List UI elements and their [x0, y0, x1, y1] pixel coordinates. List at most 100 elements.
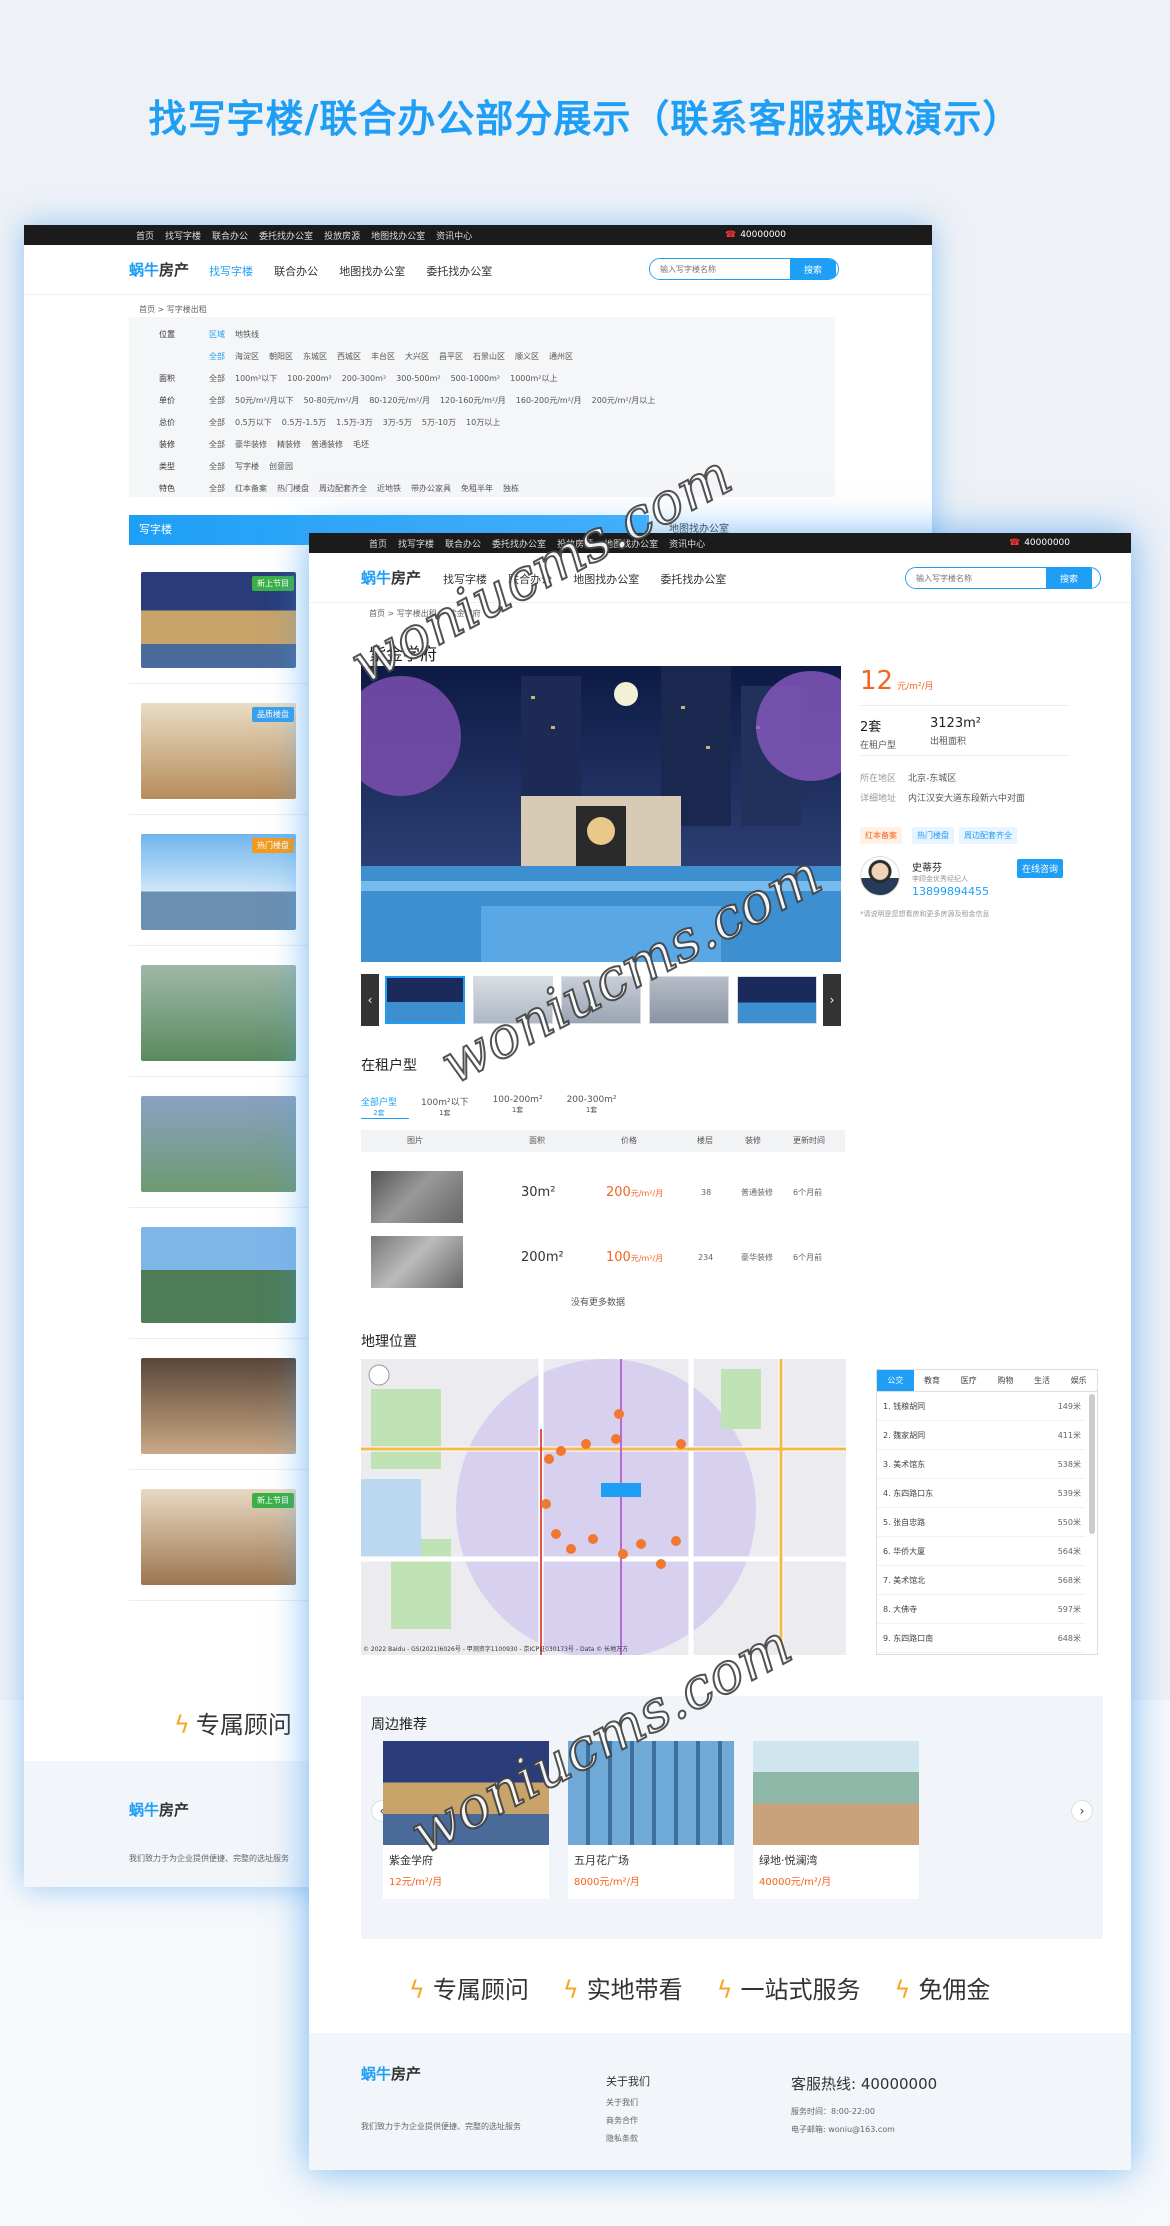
list-item[interactable]: 1. 钱粮胡同 149米 — [877, 1392, 1085, 1421]
list-item[interactable]: 6. 华侨大厦 564米 — [877, 1537, 1085, 1566]
nav-item-entrust[interactable]: 委托找办公室 — [426, 265, 492, 278]
list-item[interactable]: 4. 东四路口东 539米 — [877, 1479, 1085, 1508]
nav-item-entrust[interactable]: 委托找办公室 — [660, 573, 726, 586]
filter-option[interactable]: 全部 — [209, 483, 225, 494]
filter-option[interactable]: 0.5万-1.5万 — [282, 417, 326, 428]
filter-option[interactable]: 10万以上 — [466, 417, 500, 428]
nav-item-map[interactable]: 地图找办公室 — [339, 265, 405, 278]
rental-tab[interactable]: 全部户型 2套 — [361, 1095, 410, 1119]
filter-option[interactable]: 5万-10万 — [422, 417, 456, 428]
filter-option[interactable]: 写字楼 — [235, 461, 259, 472]
filter-option[interactable]: 丰台区 — [371, 351, 395, 362]
list-item[interactable]: 3. 美术馆东 538米 — [877, 1450, 1085, 1479]
chevron-right-icon[interactable]: › — [1071, 1800, 1093, 1822]
search-input[interactable] — [650, 259, 790, 279]
topbar-link[interactable]: 联合办公 — [212, 229, 248, 242]
rental-tab[interactable]: 100m²以下 1套 — [421, 1095, 481, 1119]
topbar-link[interactable]: 联合办公 — [445, 537, 481, 550]
filter-option[interactable]: 全部 — [209, 373, 225, 384]
filter-option[interactable]: 大兴区 — [405, 351, 429, 362]
topbar-link[interactable]: 投放房源 — [324, 229, 360, 242]
topbar-link[interactable]: 找写字楼 — [398, 537, 434, 550]
filter-option[interactable]: 免租半年 — [461, 483, 493, 494]
listing-image[interactable]: 新上节目 — [141, 1489, 296, 1585]
filter-option[interactable]: 西城区 — [337, 351, 361, 362]
site-logo[interactable]: 蜗牛房产 — [361, 567, 421, 588]
filter-option[interactable]: 120-160元/m²/月 — [440, 395, 506, 406]
agent-phone[interactable]: 13899894455 — [912, 885, 989, 898]
filter-option[interactable]: 50元/m²/月以下 — [235, 395, 294, 406]
filter-option[interactable]: 朝阳区 — [269, 351, 293, 362]
filter-option[interactable]: 通州区 — [549, 351, 573, 362]
listing-image[interactable] — [141, 1227, 296, 1323]
rental-tab[interactable]: 200-300m² 1套 — [567, 1095, 629, 1119]
topbar-link[interactable]: 资讯中心 — [436, 229, 472, 242]
listing-image[interactable] — [141, 965, 296, 1061]
filter-option[interactable]: 周边配套齐全 — [319, 483, 367, 494]
filter-option[interactable]: 带办公家具 — [411, 483, 451, 494]
filter-option[interactable]: 精装修 — [277, 439, 301, 450]
filter-option[interactable]: 海淀区 — [235, 351, 259, 362]
footer-logo[interactable]: 蜗牛房产 — [361, 2063, 421, 2084]
filter-option[interactable]: 1.5万-3万 — [336, 417, 373, 428]
rental-tab[interactable]: 100-200m² 1套 — [493, 1095, 555, 1119]
listing-image[interactable] — [141, 1096, 296, 1192]
filter-option[interactable]: 全部 — [209, 439, 225, 450]
footer-link[interactable]: 商务合作 — [606, 2112, 650, 2130]
filter-option[interactable]: 全部 — [209, 461, 225, 472]
filter-tab-subway[interactable]: 地铁线 — [235, 329, 259, 340]
filter-option[interactable]: 热门楼盘 — [277, 483, 309, 494]
topbar-link[interactable]: 资讯中心 — [669, 537, 705, 550]
filter-option[interactable]: 500-1000m² — [451, 374, 501, 383]
poi-tab[interactable]: 娱乐 — [1060, 1370, 1097, 1391]
chevron-right-icon[interactable]: › — [823, 974, 841, 1026]
filter-option[interactable]: 全部 — [209, 417, 225, 428]
topbar-link[interactable]: 委托找办公室 — [259, 229, 313, 242]
thumbnail[interactable] — [385, 976, 465, 1024]
poi-tab[interactable]: 教育 — [914, 1370, 951, 1391]
filter-option[interactable]: 200元/m²/月以上 — [592, 395, 656, 406]
topbar-link[interactable]: 找写字楼 — [165, 229, 201, 242]
filter-option[interactable]: 全部 — [209, 351, 225, 362]
filter-option[interactable]: 100-200m² — [287, 374, 331, 383]
list-item[interactable]: 7. 美术馆北 568米 — [877, 1566, 1085, 1595]
filter-option[interactable]: 独栋 — [503, 483, 519, 494]
filter-option[interactable]: 红本备案 — [235, 483, 267, 494]
topbar-link[interactable]: 首页 — [369, 537, 387, 550]
filter-option[interactable]: 近地铁 — [377, 483, 401, 494]
listing-image[interactable]: 热门楼盘 — [141, 834, 296, 930]
search-input[interactable] — [906, 568, 1046, 588]
poi-tab[interactable]: 生活 — [1024, 1370, 1061, 1391]
listing-image[interactable] — [141, 1358, 296, 1454]
table-row[interactable]: 30m² 200元/m²/月 38 普通装修 6个月前 — [361, 1163, 845, 1223]
list-item[interactable]: 9. 东四路口南 648米 — [877, 1624, 1085, 1653]
search-button[interactable]: 搜索 — [790, 259, 836, 279]
list-item[interactable]: 2. 魏家胡同 411米 — [877, 1421, 1085, 1450]
poi-tab[interactable]: 公交 — [877, 1370, 914, 1391]
filter-tab-district[interactable]: 区域 — [209, 329, 225, 340]
filter-option[interactable]: 50-80元/m²/月 — [304, 395, 360, 406]
list-item[interactable]: 8. 大佛寺 597米 — [877, 1595, 1085, 1624]
filter-option[interactable]: 东城区 — [303, 351, 327, 362]
scrollbar[interactable] — [1089, 1394, 1095, 1534]
listing-image[interactable]: 品质楼盘 — [141, 703, 296, 799]
list-item[interactable]: 5. 张自忠路 550米 — [877, 1508, 1085, 1537]
filter-option[interactable]: 毛坯 — [353, 439, 369, 450]
nav-item-office[interactable]: 找写字楼 — [209, 265, 253, 278]
filter-option[interactable]: 全部 — [209, 395, 225, 406]
filter-option[interactable]: 顺义区 — [515, 351, 539, 362]
filter-option[interactable]: 3万-5万 — [383, 417, 412, 428]
poi-tab[interactable]: 购物 — [987, 1370, 1024, 1391]
nearby-card[interactable]: 绿地·悦澜湾 40000元/m²/月 — [753, 1741, 919, 1899]
filter-option[interactable]: 0.5万以下 — [235, 417, 272, 428]
filter-option[interactable]: 1000m²以上 — [510, 373, 557, 384]
table-row[interactable]: 200m² 100元/m²/月 234 豪华装修 6个月前 — [361, 1228, 845, 1288]
listing-image[interactable]: 新上节目 — [141, 572, 296, 668]
filter-option[interactable]: 200-300m² — [342, 374, 386, 383]
location-map[interactable]: © 2022 Baidu - GS(2021)6026号 - 甲测资字11009… — [361, 1359, 846, 1655]
nav-item-cowork[interactable]: 联合办公 — [274, 265, 318, 278]
filter-option[interactable]: 创意园 — [269, 461, 293, 472]
thumbnail[interactable] — [737, 976, 817, 1024]
topbar-link[interactable]: 地图找办公室 — [371, 229, 425, 242]
search-button[interactable]: 搜索 — [1046, 568, 1092, 588]
